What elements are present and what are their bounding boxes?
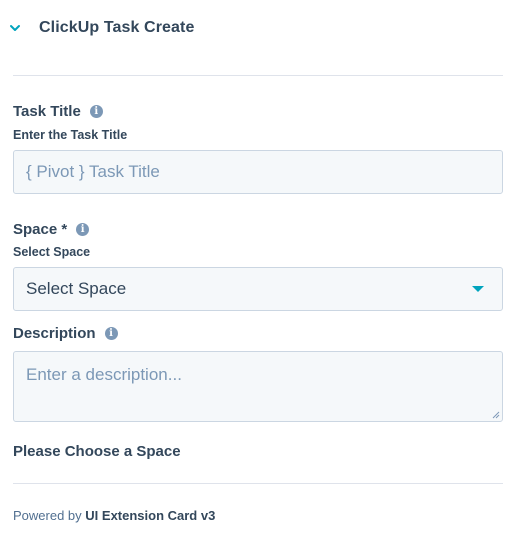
resize-handle-icon[interactable] bbox=[492, 411, 500, 419]
description-placeholder: Enter a description... bbox=[26, 365, 182, 384]
task-title-input[interactable]: { Pivot } Task Title bbox=[13, 150, 503, 194]
task-title-help: Enter the Task Title bbox=[13, 128, 128, 142]
footer: Powered by UI Extension Card v3 bbox=[13, 508, 215, 523]
description-textarea[interactable]: Enter a description... bbox=[13, 351, 503, 422]
divider bbox=[13, 483, 503, 484]
caret-down-icon bbox=[472, 286, 484, 292]
space-select[interactable]: Select Space bbox=[13, 267, 503, 311]
info-icon[interactable]: i bbox=[89, 105, 103, 118]
space-help: Select Space bbox=[13, 245, 91, 259]
footer-prefix: Powered by bbox=[13, 508, 82, 523]
description-label-text: Description bbox=[13, 325, 96, 342]
space-label-text: Space * bbox=[13, 221, 68, 238]
info-icon[interactable]: i bbox=[104, 327, 118, 340]
info-icon[interactable]: i bbox=[76, 223, 90, 236]
task-title-placeholder: { Pivot } Task Title bbox=[26, 162, 160, 181]
chevron-down-icon[interactable] bbox=[8, 21, 22, 35]
footer-product: UI Extension Card v3 bbox=[85, 508, 216, 523]
space-label: Space * i bbox=[13, 221, 90, 238]
task-title-label: Task Title i bbox=[13, 103, 103, 120]
card-title: ClickUp Task Create bbox=[39, 19, 195, 36]
status-message: Please Choose a Space bbox=[13, 443, 181, 460]
task-title-label-text: Task Title bbox=[13, 103, 81, 120]
space-select-value: Select Space bbox=[26, 279, 127, 298]
card-header: ClickUp Task Create bbox=[0, 0, 519, 58]
description-label: Description i bbox=[13, 325, 118, 342]
divider bbox=[13, 75, 503, 76]
